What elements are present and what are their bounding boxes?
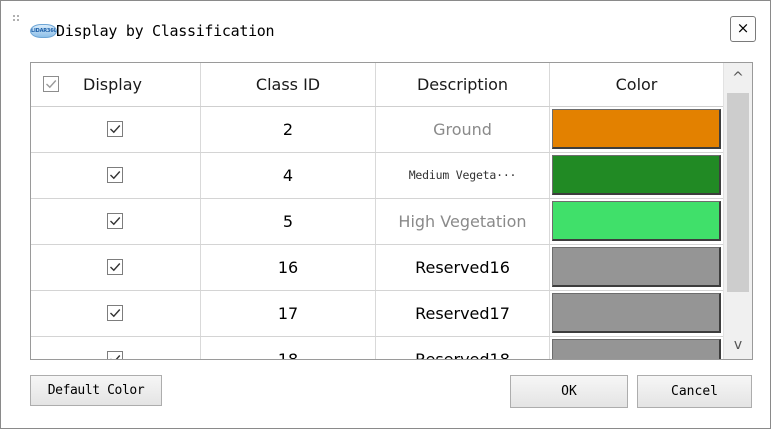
table-row[interactable]: 4 Medium Vegeta···	[31, 153, 723, 199]
vertical-scrollbar[interactable]: ^ v	[723, 63, 752, 359]
table-row[interactable]: 16 Reserved16	[31, 245, 723, 291]
color-cell[interactable]	[550, 245, 723, 290]
scroll-up-arrow-icon[interactable]: ^	[724, 63, 752, 91]
cancel-button[interactable]: Cancel	[637, 375, 752, 408]
default-color-button[interactable]: Default Color	[30, 375, 162, 406]
display-checkbox[interactable]	[107, 167, 123, 183]
column-header-description[interactable]: Description	[376, 63, 550, 106]
color-swatch[interactable]	[552, 247, 721, 287]
table-header: Display Class ID Description Color	[31, 63, 723, 107]
dialog-title: Display by Classification	[56, 22, 275, 40]
checkbox-checked-icon	[110, 171, 121, 180]
description-cell[interactable]: High Vegetation	[376, 199, 550, 244]
column-header-color[interactable]: Color	[550, 63, 723, 106]
select-all-checkbox[interactable]	[43, 76, 59, 92]
checkbox-checked-icon	[110, 309, 121, 318]
class-id-cell: 5	[201, 199, 376, 244]
column-label-display: Display	[83, 75, 142, 94]
description-cell[interactable]: Reserved17	[376, 291, 550, 336]
display-checkbox[interactable]	[107, 351, 123, 359]
display-cell	[31, 337, 201, 359]
checkbox-checked-icon	[110, 217, 121, 226]
class-id-cell: 4	[201, 153, 376, 198]
color-cell[interactable]	[550, 153, 723, 198]
color-cell[interactable]	[550, 337, 723, 359]
color-cell[interactable]	[550, 107, 723, 152]
table-row[interactable]: 2 Ground	[31, 107, 723, 153]
description-cell[interactable]: Medium Vegeta···	[376, 153, 550, 198]
ok-button[interactable]: OK	[510, 375, 628, 408]
color-swatch[interactable]	[552, 109, 721, 149]
color-swatch[interactable]	[552, 155, 721, 195]
class-id-cell: 17	[201, 291, 376, 336]
close-button[interactable]: ×	[730, 16, 756, 42]
scroll-down-arrow-icon[interactable]: v	[724, 331, 752, 359]
checkbox-checked-icon	[110, 263, 121, 272]
color-swatch[interactable]	[552, 201, 721, 241]
color-cell[interactable]	[550, 199, 723, 244]
display-cell	[31, 291, 201, 336]
logo-text: LIDAR360	[31, 28, 57, 34]
color-swatch[interactable]	[552, 293, 721, 333]
checkbox-checked-icon	[110, 125, 121, 134]
column-header-class-id[interactable]: Class ID	[201, 63, 376, 106]
class-id-cell: 16	[201, 245, 376, 290]
display-cell	[31, 153, 201, 198]
scrollbar-thumb[interactable]	[727, 93, 749, 292]
table-row[interactable]: 5 High Vegetation	[31, 199, 723, 245]
checkbox-checked-icon	[46, 80, 57, 89]
table-row[interactable]: 17 Reserved17	[31, 291, 723, 337]
display-checkbox[interactable]	[107, 121, 123, 137]
close-icon: ×	[736, 19, 750, 37]
display-checkbox[interactable]	[107, 259, 123, 275]
display-checkbox[interactable]	[107, 213, 123, 229]
description-cell[interactable]: Reserved16	[376, 245, 550, 290]
lidar360-logo-icon: LIDAR360	[30, 24, 57, 38]
description-cell[interactable]: Ground	[376, 107, 550, 152]
display-by-classification-dialog: LIDAR360 Display by Classification × Dis…	[0, 0, 771, 429]
color-swatch[interactable]	[552, 339, 721, 359]
display-cell	[31, 199, 201, 244]
display-checkbox[interactable]	[107, 305, 123, 321]
description-cell[interactable]: Reserved18	[376, 337, 550, 359]
class-id-cell: 18	[201, 337, 376, 359]
class-id-cell: 2	[201, 107, 376, 152]
color-cell[interactable]	[550, 291, 723, 336]
display-cell	[31, 245, 201, 290]
drag-grip-icon	[13, 15, 21, 23]
table-row[interactable]: 18 Reserved18	[31, 337, 723, 359]
column-header-display[interactable]: Display	[31, 63, 201, 106]
display-cell	[31, 107, 201, 152]
classification-table: Display Class ID Description Color 2 Gro…	[30, 62, 753, 360]
checkbox-checked-icon	[110, 355, 121, 359]
